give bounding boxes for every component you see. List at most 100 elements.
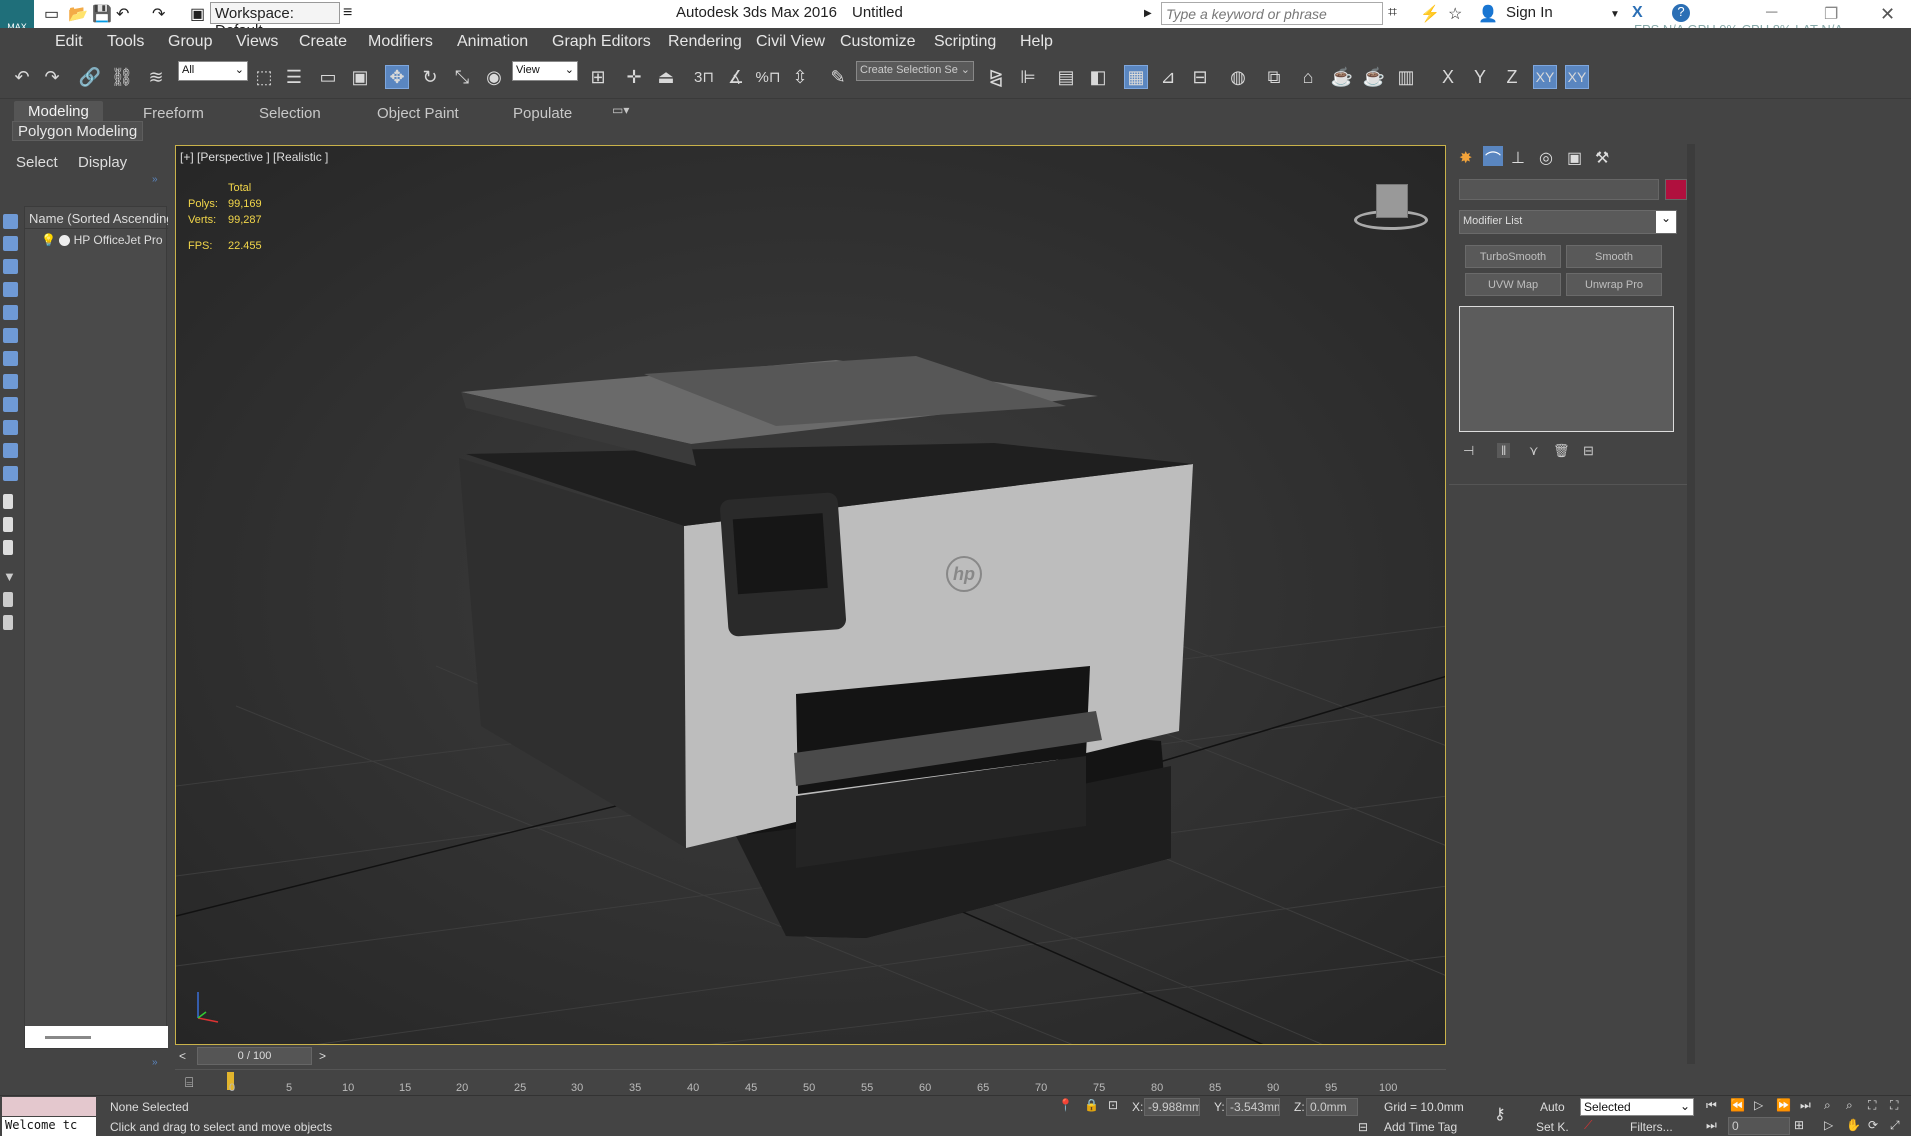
select-place-icon[interactable]: ◉ xyxy=(482,65,506,89)
tab-select[interactable]: Select xyxy=(16,154,58,171)
curve-editor-icon[interactable]: ⊿ xyxy=(1156,65,1180,89)
modifier-stack[interactable] xyxy=(1459,306,1674,432)
key-icon[interactable]: ⚷ xyxy=(1494,1104,1506,1124)
maximize-viewport-icon[interactable]: ⤢ xyxy=(1890,1118,1900,1133)
uvw-map-button[interactable]: UVW Map xyxy=(1465,273,1561,296)
display-cameras-icon[interactable] xyxy=(3,282,18,297)
window-crossing-icon[interactable]: ▣ xyxy=(348,65,372,89)
search-arrow-icon[interactable]: ▶ xyxy=(1144,8,1152,19)
exchange-icon[interactable]: X xyxy=(1632,4,1643,22)
rendered-frame-window-icon[interactable]: ⌂ xyxy=(1296,65,1320,89)
select-scale-icon[interactable]: ⤡ xyxy=(450,65,474,89)
axis-constraint-z[interactable]: Z xyxy=(1500,65,1524,89)
display-xrefs-icon[interactable] xyxy=(3,374,18,389)
track-bar[interactable]: ⌸ 0 5 10 15 20 25 30 35 40 45 50 55 60 6… xyxy=(175,1069,1446,1095)
restore-icon[interactable]: ❐ xyxy=(1824,4,1838,24)
time-slider-prev[interactable]: < xyxy=(179,1049,186,1063)
maxscript-listener-top[interactable] xyxy=(2,1097,96,1116)
perspective-viewport[interactable]: hp [+] [Perspective ] [Realistic ] Total… xyxy=(175,145,1446,1045)
display-invert-icon[interactable] xyxy=(3,540,13,555)
current-frame-input[interactable]: 0 xyxy=(1728,1117,1790,1135)
time-slider-next[interactable]: > xyxy=(319,1049,326,1063)
make-unique-icon[interactable]: ⋎ xyxy=(1529,443,1539,459)
pivot-center-icon[interactable]: ⊞ xyxy=(586,65,610,89)
ribbon-options-icon[interactable]: ▭▾ xyxy=(612,103,629,117)
chevron-down-icon[interactable]: ⌄ xyxy=(1656,211,1676,233)
display-lights-icon[interactable] xyxy=(3,259,18,274)
column-header-name[interactable]: Name (Sorted Ascending) xyxy=(25,211,168,229)
layer-explorer-icon[interactable]: ▤ xyxy=(1054,65,1078,89)
angle-snap-icon[interactable]: ∡ xyxy=(724,65,748,89)
time-slider-thumb[interactable]: 0 / 100 xyxy=(197,1047,312,1065)
pan-icon[interactable]: ✋ xyxy=(1846,1118,1861,1132)
communication-icon[interactable]: ⚡ xyxy=(1420,4,1440,24)
object-name-field[interactable] xyxy=(1459,179,1659,200)
display-all-icon[interactable] xyxy=(3,494,13,509)
scrollbar-thumb[interactable] xyxy=(45,1036,91,1039)
display-geometry-icon[interactable] xyxy=(3,214,18,229)
y-coord-input[interactable]: -3.543mm xyxy=(1226,1098,1280,1116)
add-time-tag[interactable]: Add Time Tag xyxy=(1384,1120,1457,1134)
axis-constraint-xy[interactable]: XY xyxy=(1533,65,1557,89)
toggle-ribbon-icon[interactable]: ◧ xyxy=(1086,65,1110,89)
tab-freeform[interactable]: Freeform xyxy=(143,105,204,122)
tab-object-paint[interactable]: Object Paint xyxy=(377,105,459,122)
viewcube-icon[interactable] xyxy=(1354,184,1432,232)
menu-help[interactable]: Help xyxy=(1020,33,1053,51)
spinner-snap-icon[interactable]: ⇳ xyxy=(788,65,812,89)
menu-civil-view[interactable]: Civil View xyxy=(756,33,825,51)
go-to-end-icon[interactable]: ⏭ xyxy=(1800,1098,1811,1113)
select-by-name-icon[interactable]: ☰ xyxy=(282,65,306,89)
tab-display[interactable]: Display xyxy=(78,154,127,171)
auto-key-button[interactable]: Auto xyxy=(1540,1100,1565,1114)
isolate-selection-icon[interactable]: 📍 xyxy=(1058,1098,1073,1112)
menu-graph-editors[interactable]: Graph Editors xyxy=(552,33,651,51)
render-in-cloud-icon[interactable]: ▥ xyxy=(1394,65,1418,89)
link-icon[interactable]: 🔗 xyxy=(78,65,102,89)
x-coord-input[interactable]: -9.988mm xyxy=(1144,1098,1200,1116)
zoom-icon[interactable]: ⌕ xyxy=(1824,1098,1831,1113)
material-editor-icon[interactable]: ◍ xyxy=(1226,65,1250,89)
menu-edit[interactable]: Edit xyxy=(55,33,83,51)
keyboard-shortcut-icon[interactable]: ⏏ xyxy=(654,65,678,89)
save-icon[interactable]: 💾 xyxy=(92,4,112,24)
display-spacewarps-icon[interactable] xyxy=(3,328,18,343)
display-tab-icon[interactable]: ▣ xyxy=(1567,148,1582,168)
smooth-button[interactable]: Smooth xyxy=(1566,245,1662,268)
select-move-icon[interactable]: ✥ xyxy=(385,65,409,89)
schematic-view-icon[interactable]: ⊟ xyxy=(1188,65,1212,89)
user-icon[interactable]: 👤 xyxy=(1478,4,1498,24)
time-tag-icon[interactable]: ⊟ xyxy=(1358,1120,1368,1134)
select-manipulate-icon[interactable]: ✛ xyxy=(622,65,646,89)
align-icon[interactable]: ⊫ xyxy=(1016,65,1040,89)
selection-filter-dropdown[interactable]: All ⌄ xyxy=(178,61,248,81)
open-file-icon[interactable]: 📂 xyxy=(68,4,88,24)
display-shapes-icon[interactable] xyxy=(3,236,18,251)
time-slider[interactable]: < 0 / 100 > xyxy=(175,1045,1446,1069)
time-config-icon[interactable]: ⊞ xyxy=(1794,1118,1804,1132)
workspace-dropdown[interactable]: Workspace: Default xyxy=(210,2,340,39)
new-file-icon[interactable]: ▭ xyxy=(44,4,59,24)
zoom-extents-icon[interactable]: ⛶ xyxy=(1868,1098,1876,1113)
minimize-icon[interactable]: ─ xyxy=(1766,4,1777,22)
visibility-icon[interactable] xyxy=(59,235,71,247)
redo-icon[interactable]: ↷ xyxy=(152,4,165,24)
field-of-view-icon[interactable]: ▷ xyxy=(1824,1118,1833,1132)
zoom-extents-all-icon[interactable]: ⛶ xyxy=(1890,1098,1898,1113)
polygon-modeling-panel[interactable]: Polygon Modeling xyxy=(12,121,144,141)
hierarchy-tab-icon[interactable]: ⊥ xyxy=(1511,148,1525,168)
menu-create[interactable]: Create xyxy=(299,33,347,51)
set-key-button[interactable]: Set K. xyxy=(1536,1120,1569,1134)
menu-modifiers[interactable]: Modifiers xyxy=(368,33,433,51)
tab-selection[interactable]: Selection xyxy=(259,105,321,122)
undo-icon[interactable]: ↶ xyxy=(116,4,129,24)
tab-populate[interactable]: Populate xyxy=(513,105,572,122)
explorer-scrollbar[interactable] xyxy=(25,1026,168,1048)
display-containers-icon[interactable] xyxy=(3,420,18,435)
display-groups-icon[interactable] xyxy=(3,351,18,366)
expand-arrows-icon[interactable]: » xyxy=(152,1057,158,1068)
rect-selection-icon[interactable]: ▭ xyxy=(316,65,340,89)
menu-views[interactable]: Views xyxy=(236,33,278,51)
search-input[interactable]: Type a keyword or phrase xyxy=(1161,2,1383,25)
create-tab-icon[interactable]: ✸ xyxy=(1459,148,1472,168)
